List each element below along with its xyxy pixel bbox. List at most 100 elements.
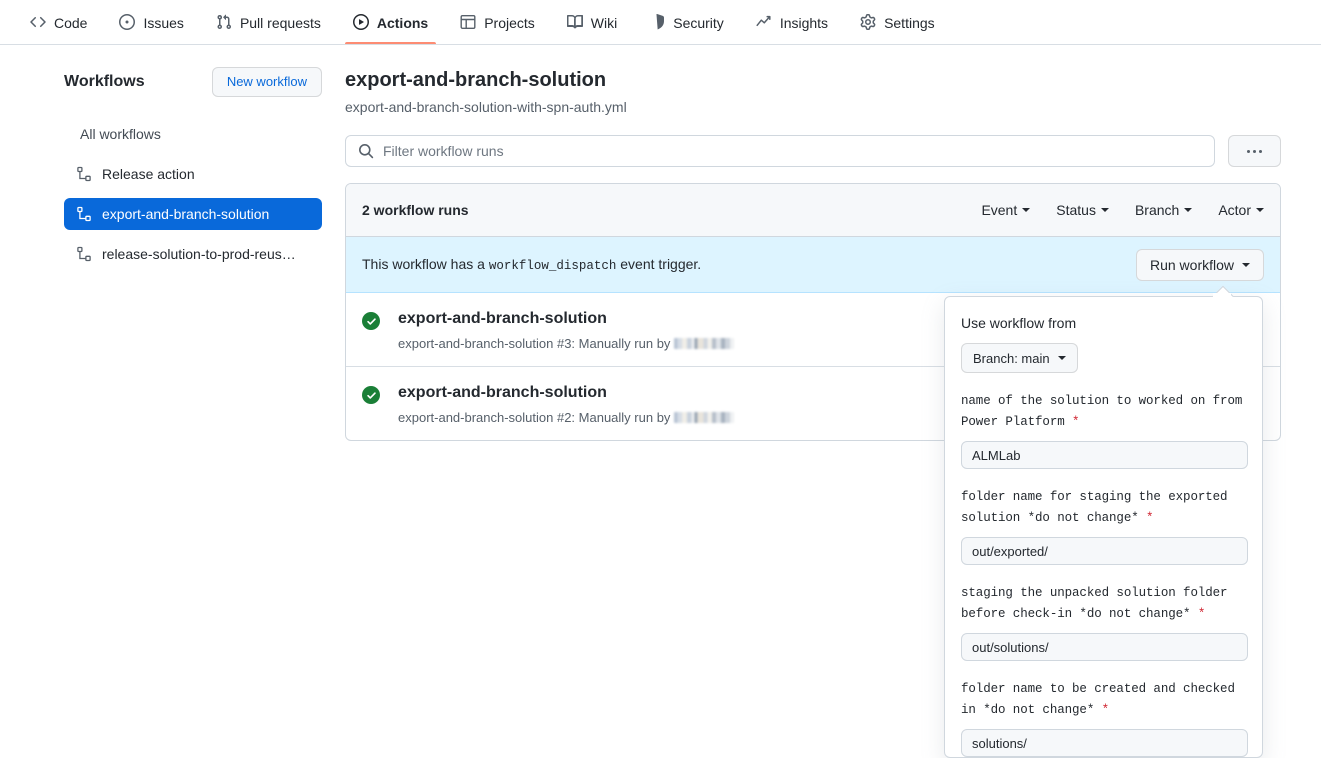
run-name-link[interactable]: export-and-branch-solution <box>398 309 734 329</box>
shield-icon <box>649 14 665 30</box>
filter-status[interactable]: Status <box>1056 202 1109 218</box>
page-title: export-and-branch-solution <box>345 69 607 91</box>
search-icon <box>358 143 374 159</box>
run-workflow-dropdown-button[interactable]: Run workflow <box>1135 248 1264 281</box>
field-label-text: name of the solution to worked on from P… <box>961 394 1243 429</box>
field-label-unpacked-folder: staging the unpacked solution folder bef… <box>961 583 1246 625</box>
nav-item-wiki[interactable]: Wiki <box>551 0 633 44</box>
chevron-down-icon <box>1100 208 1109 212</box>
required-asterisk: * <box>1101 703 1110 717</box>
filter-status-label: Status <box>1056 202 1096 218</box>
new-workflow-button[interactable]: New workflow <box>211 67 322 97</box>
sidebar-item-label: export-and-branch-solution <box>102 206 270 222</box>
use-workflow-from-label: Use workflow from <box>961 315 1077 331</box>
issue-opened-icon <box>119 14 136 30</box>
sidebar-item-all-workflows[interactable]: All workflows <box>64 118 322 150</box>
search-input[interactable] <box>383 143 1202 159</box>
branch-selector-label: Branch: main <box>973 350 1050 366</box>
sidebar-item-release-action[interactable]: Release action <box>64 158 322 190</box>
more-options-button[interactable] <box>1228 135 1281 167</box>
nav-item-label: Security <box>673 14 724 31</box>
filter-workflow-runs-box[interactable] <box>345 135 1215 167</box>
input-solution-name[interactable] <box>961 441 1248 469</box>
branch-selector-button[interactable]: Branch: main <box>961 343 1078 373</box>
sidebar-item-export-and-branch-solution[interactable]: export-and-branch-solution <box>64 198 322 230</box>
filter-row <box>345 135 1281 167</box>
check-circle-icon <box>362 312 380 330</box>
redacted-actor-name <box>674 412 735 423</box>
run-workflow-panel: Use workflow from Branch: main name of t… <box>944 296 1263 758</box>
chevron-down-icon <box>1184 208 1193 212</box>
run-info: export-and-branch-solution export-and-br… <box>398 309 735 351</box>
field-label-exported-folder: folder name for staging the exported sol… <box>961 487 1246 529</box>
workflow-icon <box>76 246 92 262</box>
nav-item-pull-requests[interactable]: Pull requests <box>200 0 337 44</box>
workflow-runs-count: 2 workflow runs <box>362 202 469 218</box>
workflow-runs-header: 2 workflow runs Event Status Branch Acto… <box>346 184 1280 237</box>
sidebar-title: Workflows <box>64 73 145 90</box>
book-icon <box>566 14 583 30</box>
filter-actor-label: Actor <box>1218 202 1251 218</box>
gear-icon <box>860 14 876 30</box>
required-asterisk: * <box>1072 415 1080 429</box>
nav-item-code[interactable]: Code <box>14 0 103 44</box>
input-checkin-folder[interactable] <box>961 729 1248 757</box>
run-subtitle-text: export-and-branch-solution #3: Manually … <box>398 336 671 351</box>
filter-event-label: Event <box>981 202 1018 218</box>
nav-item-actions[interactable]: Actions <box>337 0 444 44</box>
sidebar-item-label: Release action <box>102 166 195 182</box>
filter-actor[interactable]: Actor <box>1218 202 1264 218</box>
filter-branch[interactable]: Branch <box>1134 202 1193 218</box>
check-circle-icon <box>362 386 380 404</box>
run-subtitle: export-and-branch-solution #2: Manually … <box>398 410 735 425</box>
nav-item-label: Issues <box>143 14 184 31</box>
workflow-runs-filters: Event Status Branch Actor <box>981 202 1264 218</box>
sidebar-header: Workflows New workflow <box>64 66 322 98</box>
redacted-actor-name <box>674 338 735 349</box>
chevron-down-icon <box>1256 208 1264 212</box>
input-exported-folder[interactable] <box>961 537 1248 565</box>
required-asterisk: * <box>1197 607 1206 621</box>
code-icon <box>30 14 46 30</box>
panel-caret-icon <box>1210 285 1234 297</box>
filter-event[interactable]: Event <box>981 202 1031 218</box>
nav-item-label: Insights <box>779 14 829 31</box>
nav-item-security[interactable]: Security <box>633 0 740 44</box>
nav-item-label: Pull requests <box>239 14 321 31</box>
github-actions-page: Code Issues Pull requests Actions Projec <box>0 0 1321 758</box>
sidebar-list: All workflows Release action export-and-… <box>64 118 322 270</box>
kebab-horizontal-icon <box>1247 149 1262 153</box>
sidebar-item-label: release-solution-to-prod-reus… <box>102 246 296 262</box>
nav-item-projects[interactable]: Projects <box>444 0 551 44</box>
workflow-dispatch-banner: This workflow has a workflow_dispatch ev… <box>346 237 1280 293</box>
field-label-solution-name: name of the solution to worked on from P… <box>961 391 1246 433</box>
field-label-text: folder name to be created and checked in… <box>961 682 1235 717</box>
workflows-sidebar: Workflows New workflow All workflows Rel… <box>64 66 322 270</box>
nav-item-settings[interactable]: Settings <box>844 0 951 44</box>
run-subtitle: export-and-branch-solution #3: Manually … <box>398 336 735 351</box>
nav-item-insights[interactable]: Insights <box>740 0 844 44</box>
filter-branch-label: Branch <box>1134 202 1180 218</box>
field-label-text: staging the unpacked solution folder bef… <box>961 586 1228 621</box>
dispatch-banner-text: This workflow has a workflow_dispatch ev… <box>362 256 701 273</box>
run-name-link[interactable]: export-and-branch-solution <box>398 383 734 403</box>
workflow-icon <box>76 166 92 182</box>
nav-item-issues[interactable]: Issues <box>103 0 199 44</box>
git-pull-request-icon <box>216 14 232 30</box>
nav-item-label: Settings <box>884 14 935 31</box>
run-subtitle-text: export-and-branch-solution #2: Manually … <box>398 410 671 425</box>
sidebar-item-release-solution-to-prod[interactable]: release-solution-to-prod-reus… <box>64 238 322 270</box>
nav-item-label: Projects <box>484 14 535 31</box>
input-unpacked-folder[interactable] <box>961 633 1248 661</box>
run-workflow-button-label: Run workflow <box>1149 256 1234 273</box>
dispatch-text-after: event trigger. <box>620 256 702 272</box>
play-icon <box>352 14 369 30</box>
chevron-down-icon <box>1057 356 1066 360</box>
table-icon <box>460 14 476 30</box>
run-info: export-and-branch-solution export-and-br… <box>398 383 735 425</box>
nav-item-label: Wiki <box>590 14 618 31</box>
workflow-file-name: export-and-branch-solution-with-spn-auth… <box>345 99 627 115</box>
field-label-text: folder name for staging the exported sol… <box>961 490 1228 525</box>
nav-item-label: Actions <box>376 14 429 31</box>
required-asterisk: * <box>1146 511 1154 525</box>
